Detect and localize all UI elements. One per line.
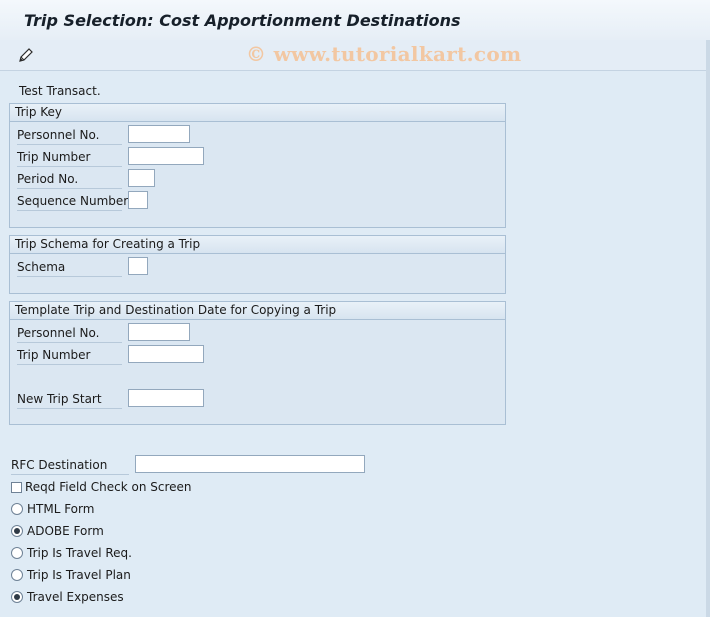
new-trip-start-field[interactable]	[128, 389, 204, 407]
title-bar: Trip Selection: Cost Apportionment Desti…	[0, 0, 710, 41]
trip-schema-group-header: Trip Schema for Creating a Trip	[10, 236, 505, 254]
trip-is-travel-req-radio[interactable]	[11, 547, 23, 559]
period-no-field[interactable]	[128, 169, 155, 187]
trip-is-travel-plan-radio[interactable]	[11, 569, 23, 581]
trip-key-group-header: Trip Key	[10, 104, 505, 122]
sequence-number-field[interactable]	[128, 191, 148, 209]
watermark-text: © www.tutorialkart.com	[246, 42, 522, 66]
sequence-number-label: Sequence Number	[17, 192, 128, 211]
new-trip-start-label: New Trip Start	[17, 390, 122, 409]
pencil-icon[interactable]	[17, 46, 35, 64]
html-form-radio[interactable]	[11, 503, 23, 515]
trip-is-travel-plan-label: Trip Is Travel Plan	[27, 568, 131, 582]
reqd-field-check-checkbox[interactable]	[11, 482, 22, 493]
reqd-field-check-label: Reqd Field Check on Screen	[25, 480, 192, 494]
personnel-no-field[interactable]	[128, 125, 190, 143]
travel-expenses-label: Travel Expenses	[27, 590, 124, 604]
adobe-form-label: ADOBE Form	[27, 524, 104, 538]
html-form-label: HTML Form	[27, 502, 95, 516]
schema-field[interactable]	[128, 257, 148, 275]
test-transaction-label: Test Transact.	[19, 84, 101, 98]
adobe-form-radio[interactable]	[11, 525, 23, 537]
trip-number-label: Trip Number	[17, 148, 122, 167]
template-trip-group-header: Template Trip and Destination Date for C…	[10, 302, 505, 320]
rfc-destination-field[interactable]	[135, 455, 365, 473]
template-trip-number-field[interactable]	[128, 345, 204, 363]
application-toolbar: © www.tutorialkart.com	[0, 40, 710, 71]
template-trip-number-label: Trip Number	[17, 346, 122, 365]
trip-is-travel-req-label: Trip Is Travel Req.	[27, 546, 132, 560]
personnel-no-label: Personnel No.	[17, 126, 122, 145]
page-title: Trip Selection: Cost Apportionment Desti…	[24, 11, 461, 30]
schema-label: Schema	[17, 258, 122, 277]
window-edge	[706, 40, 710, 617]
template-personnel-no-label: Personnel No.	[17, 324, 122, 343]
template-personnel-no-field[interactable]	[128, 323, 190, 341]
trip-number-field[interactable]	[128, 147, 204, 165]
period-no-label: Period No.	[17, 170, 122, 189]
rfc-destination-label: RFC Destination	[11, 456, 129, 475]
travel-expenses-radio[interactable]	[11, 591, 23, 603]
